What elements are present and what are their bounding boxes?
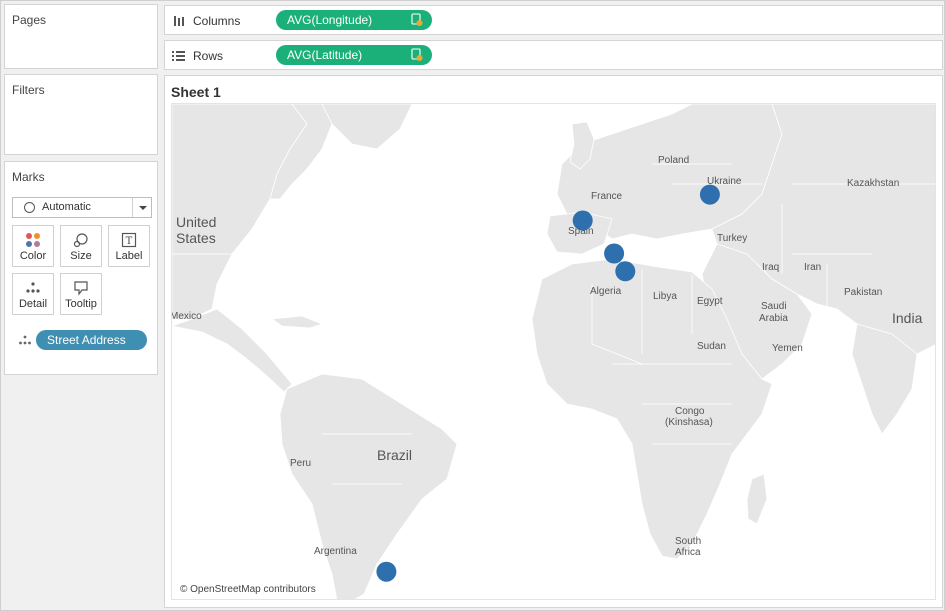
app-window: Pages Filters Marks Automatic Color Size… (0, 0, 945, 611)
map-label-united-states-line1: United (176, 214, 216, 230)
mark-type-dropdown[interactable]: Automatic (12, 197, 152, 218)
filters-title: Filters (12, 83, 45, 97)
map-label-india: India (892, 310, 923, 326)
color-button-label: Color (19, 250, 47, 262)
street-address-pill[interactable]: Street Address (36, 330, 147, 350)
map-canvas[interactable]: UnitedStates Mexico Brazil Peru Argentina Fra… (172, 104, 936, 600)
detail-dots-icon (26, 282, 40, 293)
map-label-turkey: Turkey (717, 233, 747, 244)
mark-type-label: Automatic (42, 201, 91, 213)
label-button[interactable]: T Label (108, 225, 150, 267)
map-label-congo-line1: Congo (675, 406, 705, 417)
map-label-iran: Iran (804, 262, 821, 273)
map-label-pakistan: Pakistan (844, 287, 882, 298)
map-label-kazakhstan: Kazakhstan (847, 178, 899, 189)
map-mark-buenos-aires[interactable] (376, 561, 397, 582)
columns-shelf[interactable]: Columns AVG(Longitude) (164, 5, 943, 35)
map-label-brazil: Brazil (377, 447, 412, 463)
longitude-pill-label: AVG(Longitude) (287, 13, 373, 27)
tooltip-button-label: Tooltip (65, 298, 97, 310)
longitude-pill[interactable]: AVG(Longitude) (276, 10, 432, 30)
text-label-icon: T (121, 232, 137, 248)
map-label-algeria: Algeria (590, 286, 622, 297)
map-label-poland: Poland (658, 155, 689, 166)
detail-button-label: Detail (18, 298, 48, 310)
map-label-sudan: Sudan (697, 341, 726, 352)
marks-title: Marks (12, 170, 45, 184)
marks-card: Marks Automatic Color Size T Label Detai… (4, 161, 158, 375)
map-label-argentina: Argentina (314, 546, 357, 557)
world-map[interactable]: United States Mexico Brazil Peru Argentina Fra… (171, 103, 936, 600)
size-button[interactable]: Size (60, 225, 102, 267)
size-button-label: Size (70, 250, 92, 262)
street-address-pill-label: Street Address (47, 333, 126, 347)
map-mark-moscow[interactable] (699, 184, 720, 205)
map-label-mexico: Mexico (172, 311, 202, 322)
map-label-south-africa-line2: Africa (675, 547, 701, 558)
filters-card[interactable]: Filters (4, 74, 158, 155)
map-label-libya: Libya (653, 291, 677, 302)
svg-text:T: T (126, 236, 133, 247)
sheet-title[interactable]: Sheet 1 (171, 84, 221, 100)
geo-field-icon (411, 48, 423, 61)
circle-icon (24, 202, 35, 213)
map-label-saudi-line2: Arabia (759, 313, 788, 324)
latitude-pill-label: AVG(Latitude) (287, 48, 363, 62)
chevron-down-icon[interactable] (132, 198, 151, 217)
rows-label: Rows (193, 49, 224, 63)
map-label-united-states-line2: States (176, 230, 216, 246)
columns-icon (174, 16, 184, 26)
pages-title: Pages (12, 13, 47, 27)
detail-dots-icon (19, 335, 31, 345)
worksheet-view: Sheet 1 United States Mexico Brazil Peru… (164, 75, 943, 608)
geo-field-icon (411, 13, 423, 26)
map-label-congo-line2: (Kinshasa) (665, 417, 713, 428)
latitude-pill[interactable]: AVG(Latitude) (276, 45, 432, 65)
map-label-egypt: Egypt (697, 296, 723, 307)
map-mark-london[interactable] (572, 210, 593, 231)
pages-card[interactable]: Pages (4, 4, 158, 69)
map-label-yemen: Yemen (772, 343, 803, 354)
label-button-label: Label (115, 250, 143, 262)
tooltip-button[interactable]: Tooltip (60, 273, 102, 315)
tooltip-icon (74, 281, 88, 296)
map-label-south-africa-line1: South (675, 536, 701, 547)
rows-shelf[interactable]: Rows AVG(Latitude) (164, 40, 943, 70)
map-mark-milan[interactable] (604, 243, 625, 264)
map-attribution[interactable]: © OpenStreetMap contributors (178, 584, 318, 595)
columns-label: Columns (193, 14, 241, 28)
map-label-peru: Peru (290, 458, 311, 469)
map-label-iraq: Iraq (762, 262, 779, 273)
map-label-france: France (591, 191, 623, 202)
size-icon (73, 233, 88, 248)
color-palette-icon (26, 233, 40, 247)
map-mark-rome[interactable] (615, 261, 636, 282)
detail-button[interactable]: Detail (12, 273, 54, 315)
color-button[interactable]: Color (12, 225, 54, 267)
map-label-saudi-line1: Saudi (761, 301, 787, 312)
rows-icon (172, 51, 185, 61)
